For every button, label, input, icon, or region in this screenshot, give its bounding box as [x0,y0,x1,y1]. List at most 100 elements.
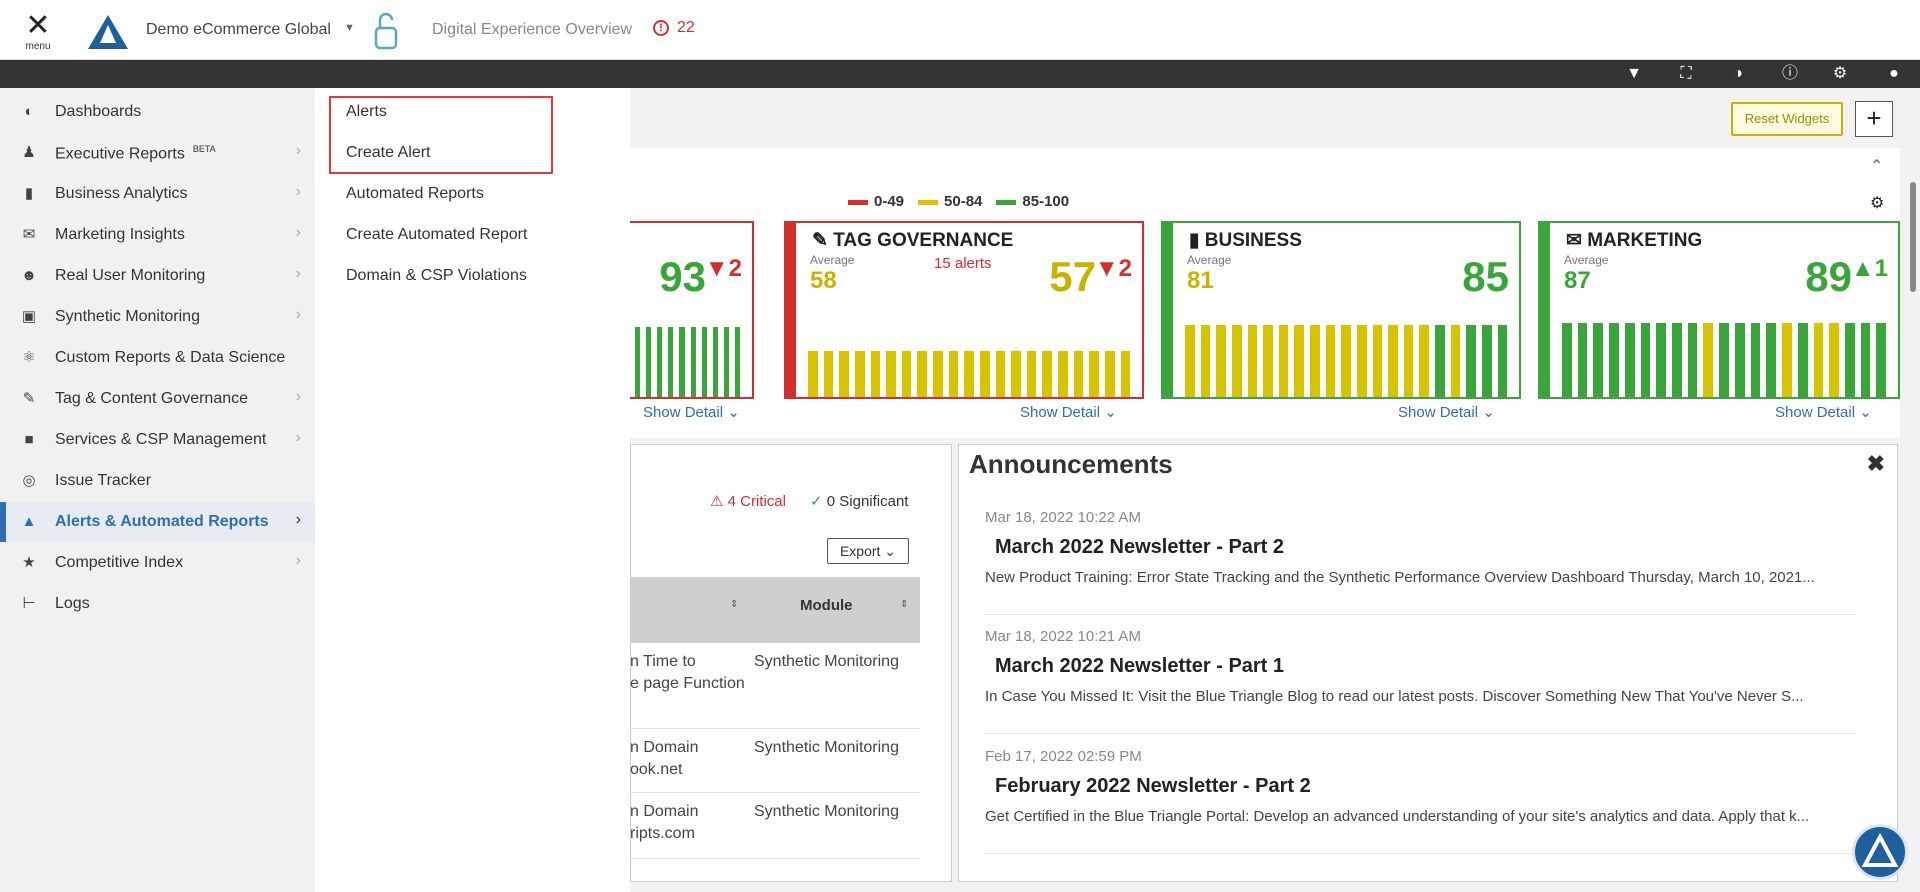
table-row[interactable]: n Domain ripts.com Synthetic Monitoring [630,793,920,859]
sidebar-item-tag-governance[interactable]: ✎ Tag & Content Governance › [0,379,315,419]
show-detail-link[interactable]: Show Detail ⌄ [1020,403,1117,421]
beta-badge: BETA [192,144,216,154]
card-bars [624,317,741,397]
fullscreen-icon[interactable]: ⛶ [1676,65,1696,83]
card-score: 57 [1049,253,1096,300]
submenu-item-domain-csp-violations[interactable]: Domain & CSP Violations [346,267,527,285]
card-avg-label: Average [1564,253,1609,267]
chevron-right-icon: › [295,142,301,159]
sidebar-item-alerts-automated-reports[interactable]: ▲ Alerts & Automated Reports › [0,502,315,542]
show-detail-link[interactable]: Show Detail ⌄ [643,403,740,421]
export-button[interactable]: Export ⌄ [827,538,909,564]
robot-icon: ▣ [21,308,37,325]
add-widget-button[interactable]: + [1855,101,1893,137]
chevron-right-icon: › [295,265,301,282]
issues-table-header: ⇕ Module ⇕ [630,577,920,643]
check-icon: ✓ [810,493,823,510]
submenu-panel: Alerts Create Alert Automated Reports Cr… [315,88,630,892]
sidebar-item-business-analytics[interactable]: ▮ Business Analytics › [0,174,315,214]
card-alerts[interactable]: 15 alerts [934,255,992,272]
card-avg-value: 87 [1564,267,1591,294]
card-avg-label: Average [810,253,855,267]
announcements-title: Announcements [969,449,1173,479]
lock-icon: ■ [24,431,34,448]
utility-toolbar: ▼ ⛶ ◑ ⓘ ⚙ ● [0,60,1920,88]
card-bars [1562,323,1887,397]
megaphone-icon: ✉ [1566,230,1582,251]
close-icon[interactable]: ✖ [1867,451,1885,477]
sidebar-item-issue-tracker[interactable]: ◎ Issue Tracker [0,461,315,501]
show-detail-link[interactable]: Show Detail ⌄ [1398,403,1495,421]
logs-icon: ⊢ [22,595,36,612]
table-row[interactable]: n Domain ook.net Synthetic Monitoring [630,729,920,793]
card-score: 85 [1462,253,1509,300]
panel-settings-icon[interactable]: ⚙ [1870,193,1884,213]
sidebar-item-competitive-index[interactable]: ★ Competitive Index › [0,543,315,583]
card-bars [808,351,1131,397]
card-bars [1185,325,1508,397]
sidebar-item-custom-reports[interactable]: ⚛ Custom Reports & Data Science [0,338,315,378]
sort-icon[interactable]: ⇕ [730,599,738,610]
announcement-item[interactable]: Feb 17, 2022 02:59 PM February 2022 News… [985,748,1855,854]
sidebar-item-services-csp[interactable]: ■ Services & CSP Management › [0,420,315,460]
users-icon: ☻ [21,267,37,284]
show-detail-link[interactable]: Show Detail ⌄ [1775,403,1872,421]
page-scrollbar[interactable] [1910,182,1916,292]
card-avg-label: Average [1187,253,1232,267]
significant-count: ✓ 0 Significant [810,493,909,510]
submenu-item-create-automated-report[interactable]: Create Automated Report [346,226,527,244]
chevron-down-icon[interactable]: ▼ [344,22,355,34]
unlock-icon[interactable] [372,10,400,52]
sidebar-item-executive-reports[interactable]: ♟ Executive Reports BETA › [0,133,315,173]
sidebar-item-real-user-monitoring[interactable]: ☻ Real User Monitoring › [0,256,315,296]
table-row[interactable]: n Time to e page Function Synthetic Moni… [630,643,920,729]
score-card-marketing: ✉ MARKETING Average 87 89 ▲1 [1538,221,1900,399]
contrast-icon[interactable]: ◑ [1728,65,1748,83]
sidebar-item-dashboards[interactable]: ◐ Dashboards [0,92,315,132]
sort-icon[interactable]: ⇕ [900,599,908,610]
trophy-icon: ★ [22,554,36,571]
legend-item-red: 0-49 [848,193,904,210]
announcement-item[interactable]: Mar 18, 2022 10:21 AM March 2022 Newslet… [985,628,1855,734]
highlight-annotation [329,96,553,174]
submenu-item-automated-reports[interactable]: Automated Reports [346,185,484,203]
chevron-right-icon: › [295,224,301,241]
score-card-tag-governance: ✎ TAG GOVERNANCE Average 58 15 alerts 57… [784,221,1144,399]
announcement-item[interactable]: Mar 18, 2022 10:22 AM March 2022 Newslet… [985,509,1855,615]
help-chat-button[interactable] [1852,824,1908,880]
score-card-business: ▮ BUSINESS Average 81 85 [1161,221,1521,399]
announcements-panel: Announcements ✖ Mar 18, 2022 10:22 AM Ma… [958,444,1898,882]
alert-counter[interactable]: ! 22 [653,19,695,37]
filter-icon[interactable]: ▼ [1624,65,1644,83]
sidebar: ◐ Dashboards ♟ Executive Reports BETA › ▮… [0,88,315,892]
top-header: ✕ menu Demo eCommerce Global ▼ Digital E… [0,0,1920,60]
user-icon[interactable]: ● [1884,65,1904,83]
collapse-icon[interactable]: ⌃ [1870,156,1883,176]
logo-icon[interactable] [86,13,130,51]
bar-chart-icon: ▮ [1189,230,1200,251]
card-score: 93 [659,253,706,300]
sidebar-item-marketing-insights[interactable]: ✉ Marketing Insights › [0,215,315,255]
reset-widgets-button[interactable]: Reset Widgets [1731,102,1843,136]
bar-chart-icon: ▮ [24,185,34,202]
chevron-right-icon: › [295,511,301,528]
chevron-right-icon: › [295,552,301,569]
card-title: ▮ BUSINESS [1189,230,1302,251]
menu-close-button[interactable]: ✕ menu [22,11,54,56]
help-icon[interactable]: ⓘ [1780,65,1800,83]
chevron-right-icon: › [295,388,301,405]
dashboard-icon: ◐ [24,103,34,120]
warning-icon: ⚠ [710,493,724,510]
tag-icon: ✎ [22,390,36,407]
logo-icon [1861,832,1899,867]
settings-icon[interactable]: ⚙ [1830,65,1850,83]
chevron-right-icon: › [295,306,301,323]
sidebar-item-synthetic-monitoring[interactable]: ▣ Synthetic Monitoring › [0,297,315,337]
org-selector[interactable]: Demo eCommerce Global [146,21,331,39]
column-module[interactable]: Module [800,597,853,614]
chevron-right-icon: › [295,183,301,200]
card-title: ✎ TAG GOVERNANCE [812,230,1014,251]
card-title: ✉ MARKETING [1566,230,1703,251]
critical-count: ⚠ 4 Critical [710,493,786,510]
sidebar-item-logs[interactable]: ⊢ Logs [0,584,315,624]
